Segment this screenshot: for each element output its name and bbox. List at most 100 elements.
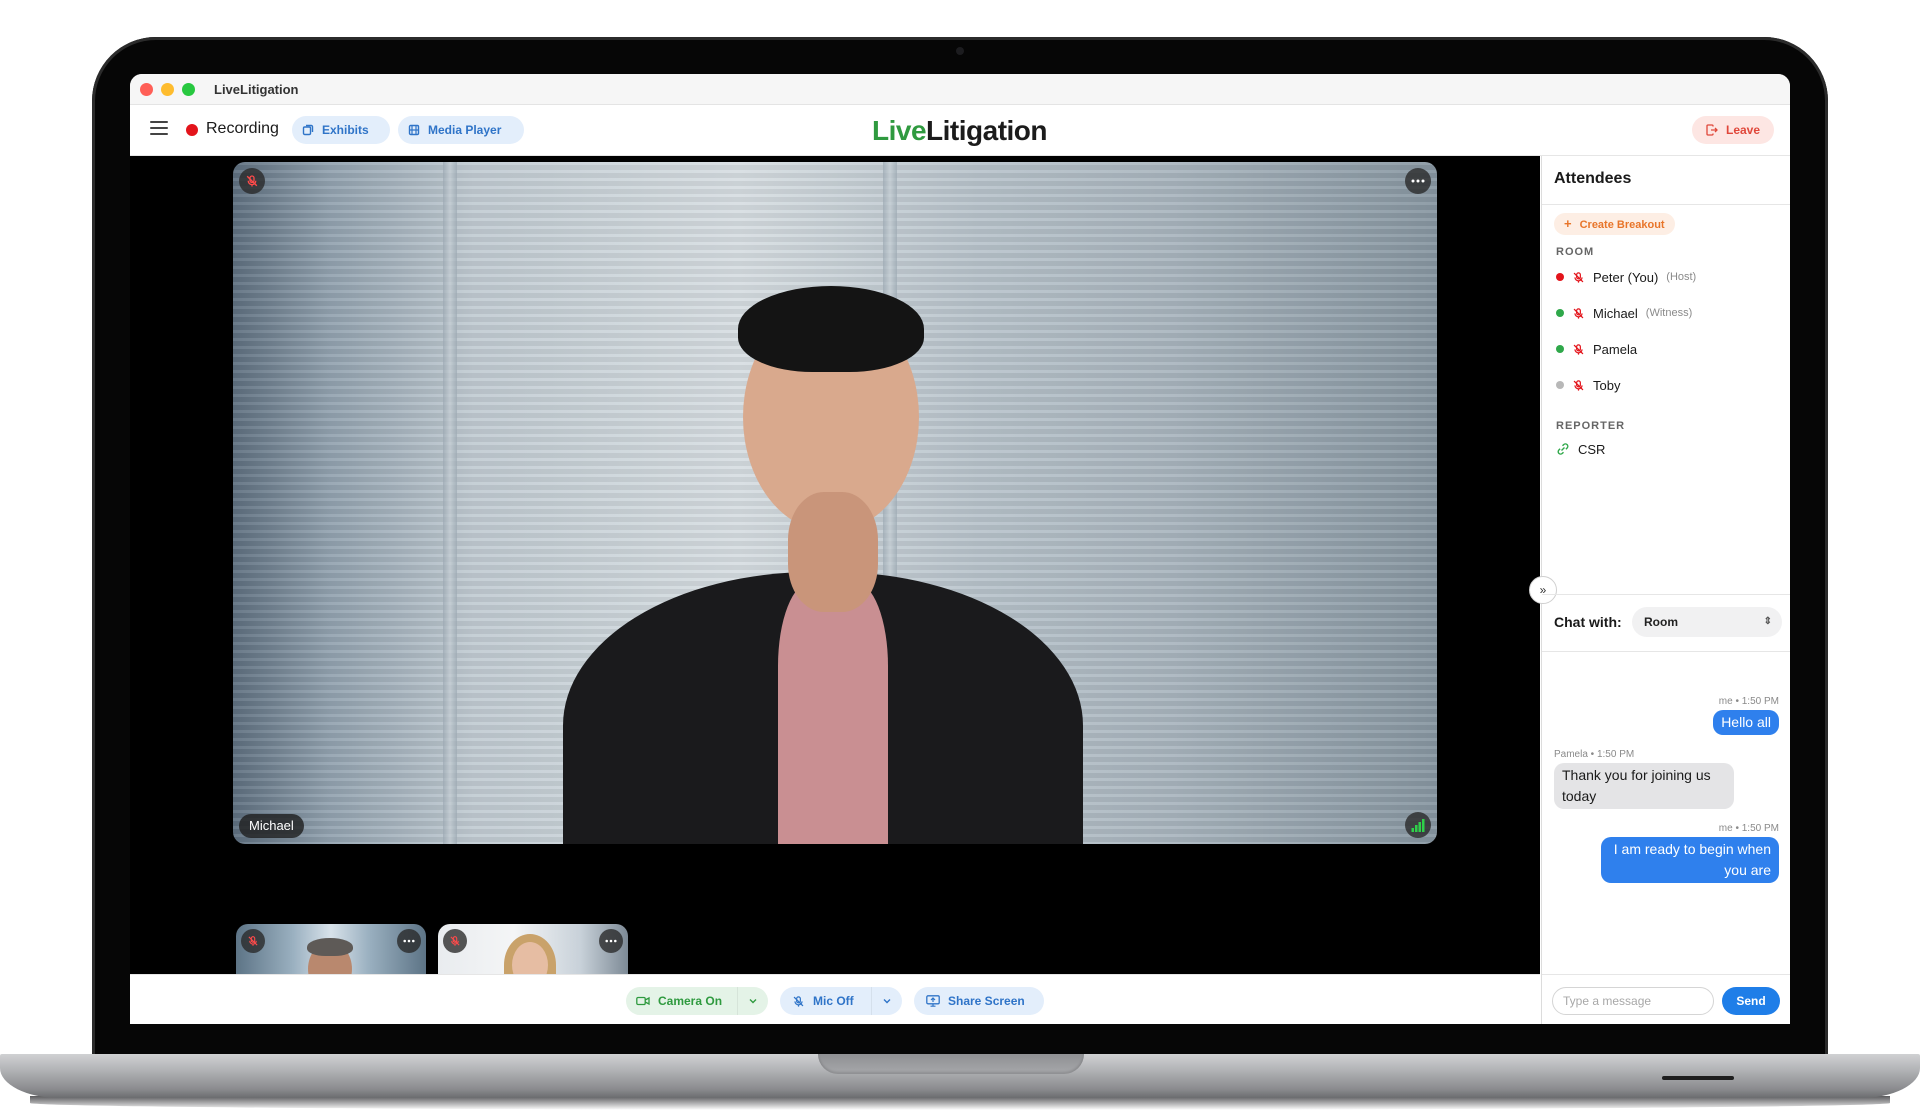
mic-off-icon — [1572, 379, 1585, 392]
link-icon — [1556, 442, 1570, 456]
chevron-updown-icon: ⇕ — [1763, 616, 1772, 627]
main-video-tile[interactable]: Michael — [233, 162, 1437, 844]
divider — [871, 987, 872, 1015]
chat-message-meta: me • 1:50 PM — [1718, 696, 1779, 707]
window-title: LiveLitigation — [214, 82, 299, 97]
mic-off-icon — [1572, 307, 1585, 320]
laptop-shadow — [30, 1096, 1890, 1110]
hamburger-icon[interactable] — [150, 121, 168, 135]
divider — [737, 987, 738, 1015]
mic-off-icon — [248, 936, 258, 946]
room-section-label: ROOM — [1556, 246, 1595, 258]
main-video-name-tag: Michael — [239, 814, 304, 838]
mic-off-icon — [246, 175, 258, 187]
reporter-row[interactable]: CSR — [1556, 438, 1605, 460]
media-player-button[interactable]: Media Player — [398, 116, 524, 144]
recording-indicator-icon — [186, 124, 198, 136]
attendee-row[interactable]: Toby — [1556, 374, 1620, 396]
main-video-more-button[interactable] — [1405, 168, 1431, 194]
recording-label: Recording — [206, 120, 279, 137]
status-dot-icon — [1556, 309, 1564, 317]
speaker-shirt — [778, 582, 888, 844]
thumbnail-more-button[interactable] — [397, 929, 421, 953]
leave-label: Leave — [1725, 123, 1761, 137]
logo-live-text: Live — [872, 115, 927, 146]
chat-message-meta: me • 1:50 PM — [1718, 823, 1779, 834]
mic-off-icon — [1572, 271, 1585, 284]
mic-toggle-label: Mic Off — [813, 994, 854, 1008]
participant-hair — [307, 938, 353, 956]
laptop-notch — [818, 1054, 1084, 1074]
divider — [1542, 204, 1790, 205]
attendee-name: Pamela — [1593, 341, 1638, 357]
film-icon — [408, 124, 420, 136]
more-icon — [1411, 179, 1425, 183]
attendees-sidebar: Attendees + Create Breakout ROOM Peter (Y… — [1529, 156, 1790, 1024]
chat-compose: Send — [1542, 974, 1790, 1024]
speaker-neck — [788, 492, 878, 612]
exhibits-label: Exhibits — [322, 123, 369, 137]
thumbnail-muted-badge[interactable] — [443, 929, 467, 953]
mic-off-icon — [450, 936, 460, 946]
app-header: Recording Exhibits Media Player LiveLiti… — [130, 105, 1790, 156]
chat-message-bubble: Hello all — [1713, 710, 1779, 735]
camera-icon — [636, 996, 650, 1006]
chat-message-meta: Pamela • 1:50 PM — [1554, 749, 1635, 760]
status-dot-icon — [1556, 273, 1564, 281]
signal-strength-icon — [1411, 818, 1425, 832]
minimize-window-button[interactable] — [161, 83, 174, 96]
mic-toggle-button[interactable]: Mic Off — [780, 987, 902, 1015]
attendee-role: (Witness) — [1645, 307, 1693, 319]
status-dot-icon — [1556, 345, 1564, 353]
mic-off-icon — [1572, 343, 1585, 356]
main-video-signal — [1405, 812, 1431, 838]
chevron-down-icon[interactable] — [748, 996, 758, 1006]
status-dot-icon — [1556, 381, 1564, 389]
exhibits-button[interactable]: Exhibits — [292, 116, 390, 144]
attendee-row[interactable]: Pamela — [1556, 338, 1637, 360]
title-bar: LiveLitigation — [130, 74, 1790, 105]
create-breakout-button[interactable]: + Create Breakout — [1554, 213, 1675, 235]
media-player-label: Media Player — [428, 123, 502, 137]
main-video-muted-badge[interactable] — [239, 168, 265, 194]
exhibits-icon — [302, 124, 314, 136]
webcam — [956, 47, 964, 55]
leave-button[interactable]: Leave — [1692, 116, 1774, 144]
chat-header: Chat with: Room ⇕ — [1542, 594, 1790, 652]
send-button[interactable]: Send — [1722, 987, 1780, 1015]
share-screen-button[interactable]: Share Screen — [914, 987, 1044, 1015]
screen-share-icon — [926, 995, 940, 1007]
mic-off-icon — [793, 995, 804, 1007]
zoom-window-button[interactable] — [182, 83, 195, 96]
chat-message-input[interactable] — [1552, 987, 1714, 1015]
window-frame — [443, 162, 457, 844]
speaker-hair — [738, 286, 924, 372]
create-breakout-label: Create Breakout — [1579, 219, 1665, 231]
chevron-down-icon[interactable] — [882, 996, 892, 1006]
app-logo: LiveLitigation — [872, 115, 1048, 147]
camera-toggle-button[interactable]: Camera On — [626, 987, 768, 1015]
camera-toggle-label: Camera On — [658, 994, 723, 1008]
video-stage: Michael P — [130, 156, 1540, 1024]
laptop-base — [0, 1054, 1920, 1098]
thumbnail-more-button[interactable] — [599, 929, 623, 953]
attendee-row[interactable]: Michael (Witness) — [1556, 302, 1692, 324]
call-controls: Camera On Mic Off Share Screen — [130, 974, 1540, 1024]
close-window-button[interactable] — [140, 83, 153, 96]
thumbnail-muted-badge[interactable] — [241, 929, 265, 953]
attendee-name: Toby — [1593, 377, 1621, 393]
laptop-vent — [1662, 1076, 1734, 1080]
attendees-title: Attendees — [1554, 170, 1632, 187]
reporter-name: CSR — [1578, 441, 1606, 457]
chat-recipient-select[interactable]: Room ⇕ — [1632, 607, 1782, 637]
attendee-name: Michael — [1593, 305, 1638, 321]
exit-icon — [1706, 124, 1718, 136]
chat-message-bubble: Thank you for joining us today — [1554, 763, 1734, 809]
attendee-row[interactable]: Peter (You) (Host) — [1556, 266, 1696, 288]
share-screen-label: Share Screen — [948, 994, 1025, 1008]
reporter-section-label: REPORTER — [1556, 420, 1626, 432]
chat-message-bubble: I am ready to begin when you are — [1601, 837, 1779, 883]
more-icon — [605, 939, 617, 943]
app-window: LiveLitigation Recording Exhibits Media … — [130, 74, 1790, 1024]
more-icon — [403, 939, 415, 943]
